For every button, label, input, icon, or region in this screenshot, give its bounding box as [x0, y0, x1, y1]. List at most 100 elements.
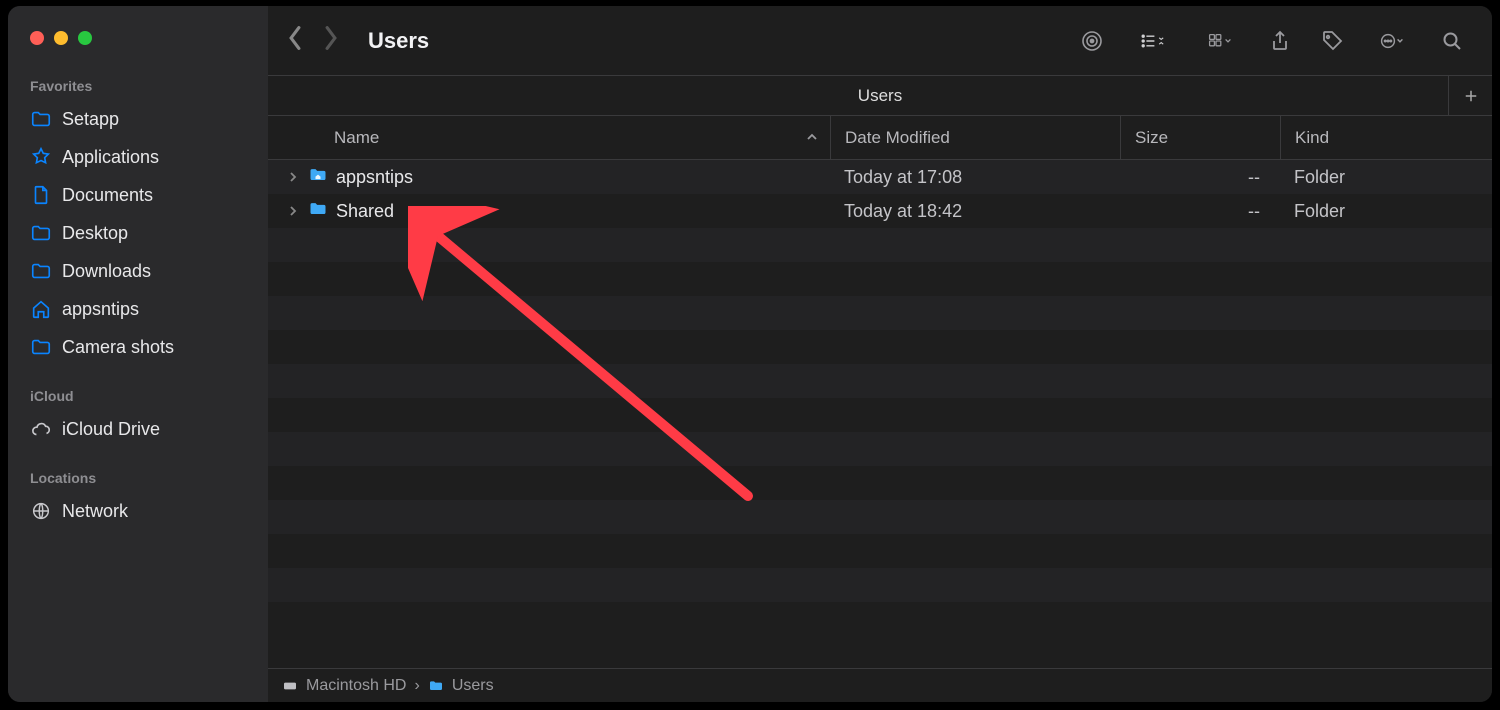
sidebar-item-icloud-drive[interactable]: iCloud Drive: [8, 410, 268, 448]
path-sep: ›: [414, 677, 419, 695]
airdrop-button[interactable]: [1070, 21, 1114, 61]
traffic-lights: [8, 20, 268, 56]
col-date-label: Date Modified: [845, 128, 950, 148]
file-list: appsntips Today at 17:08--Folder Shared Tod…: [268, 160, 1492, 668]
ellipsis-circle-icon: [1380, 29, 1404, 53]
share-button[interactable]: [1258, 21, 1302, 61]
empty-row: [268, 500, 1492, 534]
empty-row: [268, 534, 1492, 568]
sidebar-item-desktop[interactable]: Desktop: [8, 214, 268, 252]
close-button[interactable]: [30, 31, 44, 45]
home-folder-icon: [308, 165, 328, 190]
back-button[interactable]: [286, 25, 304, 56]
window-title: Users: [368, 28, 429, 54]
sidebar-item-label: appsntips: [62, 299, 139, 320]
home-icon: [30, 298, 52, 320]
doc-icon: [30, 184, 52, 206]
sidebar-item-home[interactable]: appsntips: [8, 290, 268, 328]
empty-row: [268, 568, 1492, 602]
empty-row: [268, 432, 1492, 466]
minimize-button[interactable]: [54, 31, 68, 45]
new-tab-button[interactable]: [1448, 76, 1492, 115]
file-name: Shared: [336, 201, 394, 222]
column-headers: Name Date Modified Size Kind: [268, 116, 1492, 160]
disk-icon: [282, 678, 298, 694]
path-disk[interactable]: Macintosh HD: [306, 677, 406, 695]
sort-ascending-icon: [806, 128, 818, 148]
col-kind-label: Kind: [1295, 128, 1329, 148]
file-kind: Folder: [1280, 167, 1492, 188]
tab-title[interactable]: Users: [858, 86, 902, 106]
toolbar: Users: [268, 6, 1492, 76]
disclosure-icon[interactable]: [286, 167, 300, 188]
section-locations-label: Locations: [8, 448, 268, 492]
empty-row: [268, 330, 1492, 364]
folder-icon: [30, 222, 52, 244]
sidebar: Favorites Setapp Applications Documents …: [8, 6, 268, 702]
sidebar-item-label: Downloads: [62, 261, 151, 282]
file-row[interactable]: appsntips Today at 17:08--Folder: [268, 160, 1492, 194]
forward-button[interactable]: [322, 25, 340, 56]
sidebar-item-setapp[interactable]: Setapp: [8, 100, 268, 138]
grid-icon: [1208, 29, 1232, 53]
search-icon: [1440, 29, 1464, 53]
section-favorites-label: Favorites: [8, 56, 268, 100]
folder-icon: [30, 108, 52, 130]
file-date: Today at 18:42: [830, 201, 1120, 222]
col-kind[interactable]: Kind: [1280, 116, 1492, 159]
finder-window: Favorites Setapp Applications Documents …: [8, 6, 1492, 702]
sidebar-item-downloads[interactable]: Downloads: [8, 252, 268, 290]
file-size: --: [1120, 201, 1280, 222]
path-bar: Macintosh HD › Users: [268, 668, 1492, 702]
sidebar-item-network[interactable]: Network: [8, 492, 268, 530]
share-icon: [1268, 29, 1292, 53]
main-area: Users Users: [268, 6, 1492, 702]
app-icon: [30, 146, 52, 168]
maximize-button[interactable]: [78, 31, 92, 45]
col-size[interactable]: Size: [1120, 116, 1280, 159]
sidebar-item-label: iCloud Drive: [62, 419, 160, 440]
file-name: appsntips: [336, 167, 413, 188]
sidebar-item-label: Desktop: [62, 223, 128, 244]
sidebar-item-camera-shots[interactable]: Camera shots: [8, 328, 268, 366]
tag-icon: [1320, 29, 1344, 53]
search-button[interactable]: [1430, 21, 1474, 61]
disclosure-icon[interactable]: [286, 201, 300, 222]
file-kind: Folder: [1280, 201, 1492, 222]
section-icloud-label: iCloud: [8, 366, 268, 410]
folder-icon: [308, 199, 328, 224]
path-folder[interactable]: Users: [452, 677, 494, 695]
list-icon: [1140, 29, 1164, 53]
tag-button[interactable]: [1310, 21, 1354, 61]
view-gallery-button[interactable]: [1190, 21, 1250, 61]
col-name-label: Name: [334, 128, 379, 148]
sidebar-item-label: Camera shots: [62, 337, 174, 358]
file-date: Today at 17:08: [830, 167, 1120, 188]
sidebar-item-label: Documents: [62, 185, 153, 206]
empty-row: [268, 228, 1492, 262]
sidebar-item-label: Setapp: [62, 109, 119, 130]
folder-icon: [428, 678, 444, 694]
empty-row: [268, 296, 1492, 330]
empty-row: [268, 262, 1492, 296]
tab-bar: Users: [268, 76, 1492, 116]
nav-buttons: [286, 25, 360, 56]
airdrop-icon: [1080, 29, 1104, 53]
sidebar-item-applications[interactable]: Applications: [8, 138, 268, 176]
view-list-button[interactable]: [1122, 21, 1182, 61]
col-date[interactable]: Date Modified: [830, 116, 1120, 159]
empty-row: [268, 466, 1492, 500]
plus-icon: [1462, 87, 1480, 105]
empty-row: [268, 398, 1492, 432]
folder-icon: [30, 260, 52, 282]
sidebar-item-documents[interactable]: Documents: [8, 176, 268, 214]
file-size: --: [1120, 167, 1280, 188]
globe-icon: [30, 500, 52, 522]
sidebar-item-label: Network: [62, 501, 128, 522]
col-size-label: Size: [1135, 128, 1168, 148]
empty-row: [268, 364, 1492, 398]
file-row[interactable]: Shared Today at 18:42--Folder: [268, 194, 1492, 228]
cloud-icon: [30, 418, 52, 440]
actions-button[interactable]: [1362, 21, 1422, 61]
col-name[interactable]: Name: [268, 128, 830, 148]
